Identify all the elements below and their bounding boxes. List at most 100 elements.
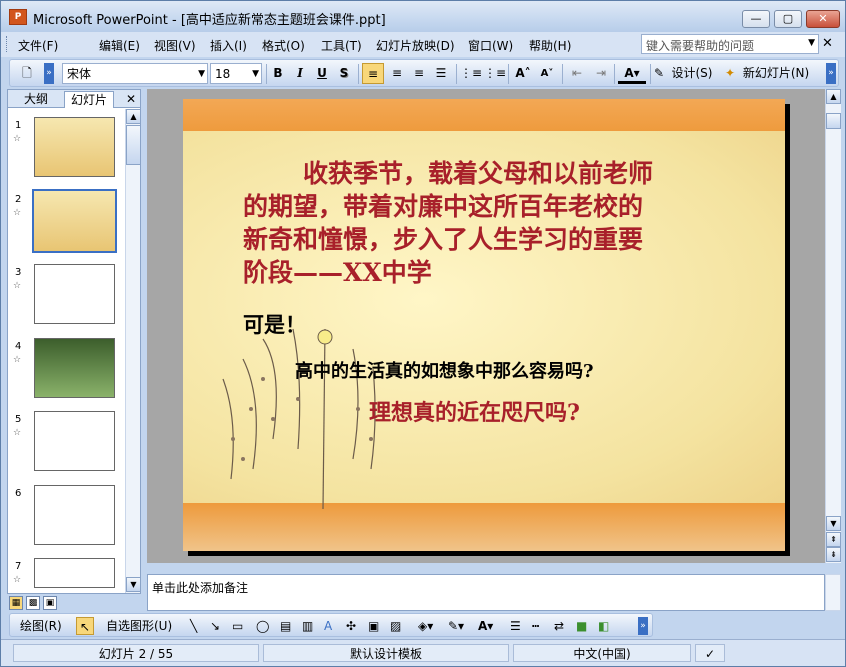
- close-button[interactable]: ✕: [806, 10, 840, 28]
- chevron-down-icon[interactable]: ▼: [198, 64, 205, 85]
- textbox-icon[interactable]: ▤: [280, 617, 296, 635]
- editor-scrollbar[interactable]: ▲ ▼ ⇞ ⇟: [825, 89, 841, 563]
- slide-thumbnail[interactable]: [34, 264, 115, 324]
- chevron-down-icon[interactable]: ▼: [808, 38, 815, 48]
- tab-outline[interactable]: 大纲: [18, 91, 54, 108]
- line-color-icon[interactable]: ✎▾: [448, 617, 470, 635]
- font-color-draw-icon[interactable]: A▾: [478, 617, 500, 635]
- vertical-textbox-icon[interactable]: ▥: [302, 617, 318, 635]
- font-color-icon[interactable]: A▾: [618, 63, 646, 84]
- toolbar-options-icon[interactable]: »: [826, 63, 836, 84]
- restore-button[interactable]: ▢: [774, 10, 802, 28]
- align-left-icon[interactable]: ≡: [362, 63, 384, 84]
- line-icon[interactable]: ╲: [190, 617, 204, 635]
- autoshapes-button[interactable]: 自选图形(U): [106, 617, 184, 635]
- slideshow-icon[interactable]: ▣: [43, 596, 57, 610]
- slide-thumbnail[interactable]: [34, 485, 115, 545]
- slide-canvas[interactable]: 收获季节，载着父母和以前老师 的期望，带着对廉中这所百年老校的 新奇和憧憬，步入…: [183, 99, 785, 551]
- font-name-select[interactable]: 宋体 ▼: [62, 63, 208, 84]
- arrow-style-icon[interactable]: ⇄: [554, 617, 570, 635]
- next-slide-icon[interactable]: ⇟: [826, 547, 841, 562]
- toolbar-options-icon[interactable]: »: [44, 63, 54, 84]
- help-search-input[interactable]: 键入需要帮助的问题 ▼: [641, 34, 819, 54]
- font-size-value: 18: [215, 67, 231, 81]
- underline-button[interactable]: U: [312, 63, 332, 84]
- bold-button[interactable]: B: [268, 63, 288, 84]
- normal-view-icon[interactable]: ▦: [9, 596, 23, 610]
- menu-slideshow[interactable]: 幻灯片放映(D): [376, 37, 455, 54]
- menu-insert[interactable]: 插入(I): [210, 37, 247, 54]
- picture-icon[interactable]: ▨: [390, 617, 406, 635]
- close-document-button[interactable]: ✕: [822, 36, 833, 51]
- numbered-list-icon[interactable]: ⋮≡: [460, 63, 482, 84]
- increase-font-icon[interactable]: A˄: [512, 63, 534, 84]
- scroll-thumb[interactable]: [826, 113, 841, 129]
- 3d-style-icon[interactable]: ◧: [598, 617, 614, 635]
- bulleted-list-icon[interactable]: ⋮≡: [484, 63, 506, 84]
- align-center-icon[interactable]: ≡: [386, 63, 408, 84]
- clipart-icon[interactable]: ▣: [368, 617, 384, 635]
- slide-sorter-icon[interactable]: ▩: [26, 596, 40, 610]
- line-style-icon[interactable]: ☰: [510, 617, 526, 635]
- previous-slide-icon[interactable]: ⇞: [826, 532, 841, 547]
- powerpoint-app-icon[interactable]: P: [9, 9, 27, 25]
- menu-grip[interactable]: [6, 36, 9, 52]
- dash-style-icon[interactable]: ┅: [532, 617, 548, 635]
- design-button[interactable]: 设计(S): [666, 63, 718, 84]
- minimize-button[interactable]: —: [742, 10, 770, 28]
- font-size-select[interactable]: 18 ▼: [210, 63, 262, 84]
- justify-icon[interactable]: ☰: [430, 63, 452, 84]
- slide-thumbnail-selected[interactable]: [32, 189, 117, 253]
- select-pointer-icon[interactable]: ↖: [76, 617, 94, 635]
- font-name-value: 宋体: [67, 67, 92, 81]
- menu-format[interactable]: 格式(O): [262, 37, 305, 54]
- draw-menu-button[interactable]: 绘图(R): [20, 617, 74, 635]
- shadow-button[interactable]: S: [334, 63, 354, 84]
- wordart-icon[interactable]: A: [324, 617, 340, 635]
- rectangle-icon[interactable]: ▭: [232, 617, 248, 635]
- scroll-thumb[interactable]: [126, 125, 141, 165]
- scroll-down-icon[interactable]: ▼: [826, 516, 841, 531]
- toolbar-options-icon[interactable]: »: [638, 617, 648, 635]
- new-document-icon[interactable]: 🗋: [16, 63, 38, 84]
- slide-text-keshi[interactable]: 可是！: [243, 309, 306, 339]
- chevron-down-icon[interactable]: ▼: [252, 64, 259, 85]
- italic-button[interactable]: I: [290, 63, 310, 84]
- menu-tools[interactable]: 工具(T): [321, 37, 362, 54]
- new-slide-button[interactable]: 新幻灯片(N): [738, 63, 814, 84]
- arrow-icon[interactable]: ↘: [210, 617, 224, 635]
- new-slide-icon[interactable]: ✦: [724, 63, 736, 84]
- diagram-icon[interactable]: ✣: [346, 617, 362, 635]
- spelling-check-icon[interactable]: ✓: [695, 644, 725, 662]
- notes-scrollbar[interactable]: [825, 574, 841, 611]
- notes-pane[interactable]: 单击此处添加备注: [147, 574, 825, 611]
- slide-question-1[interactable]: 高中的生活真的如想象中那么容易吗?: [295, 357, 594, 383]
- align-right-icon[interactable]: ≡: [408, 63, 430, 84]
- slide-number: 2: [15, 194, 22, 205]
- menu-help[interactable]: 帮助(H): [529, 37, 571, 54]
- scroll-up-icon[interactable]: ▲: [126, 109, 141, 124]
- menu-edit[interactable]: 编辑(E): [99, 37, 140, 54]
- tab-slides[interactable]: 幻灯片: [64, 91, 115, 108]
- slide-thumbnail[interactable]: [34, 338, 115, 398]
- decrease-font-icon[interactable]: A˅: [536, 63, 558, 84]
- slide-thumbnail[interactable]: [34, 117, 115, 177]
- slide-question-2[interactable]: 理想真的近在咫尺吗?: [369, 395, 580, 427]
- menu-view[interactable]: 视图(V): [154, 37, 196, 54]
- slide-thumbnail[interactable]: [34, 411, 115, 471]
- scroll-down-icon[interactable]: ▼: [126, 577, 141, 592]
- design-icon[interactable]: ✎: [654, 63, 664, 84]
- decrease-indent-icon[interactable]: ⇤: [566, 63, 588, 84]
- scroll-up-icon[interactable]: ▲: [826, 89, 841, 104]
- slide-main-paragraph[interactable]: 收获季节，载着父母和以前老师 的期望，带着对廉中这所百年老校的 新奇和憧憬，步入…: [243, 157, 763, 289]
- slide-thumbnail[interactable]: [34, 558, 115, 588]
- pane-splitter[interactable]: [147, 563, 825, 574]
- oval-icon[interactable]: ◯: [256, 617, 272, 635]
- menu-window[interactable]: 窗口(W): [468, 37, 513, 54]
- shadow-style-icon[interactable]: ■: [576, 617, 592, 635]
- fill-color-icon[interactable]: ◈▾: [418, 617, 440, 635]
- close-pane-icon[interactable]: ✕: [120, 91, 142, 108]
- slides-scrollbar[interactable]: ▲ ▼: [125, 109, 141, 593]
- menu-file[interactable]: 文件(F): [18, 37, 58, 54]
- increase-indent-icon[interactable]: ⇥: [590, 63, 612, 84]
